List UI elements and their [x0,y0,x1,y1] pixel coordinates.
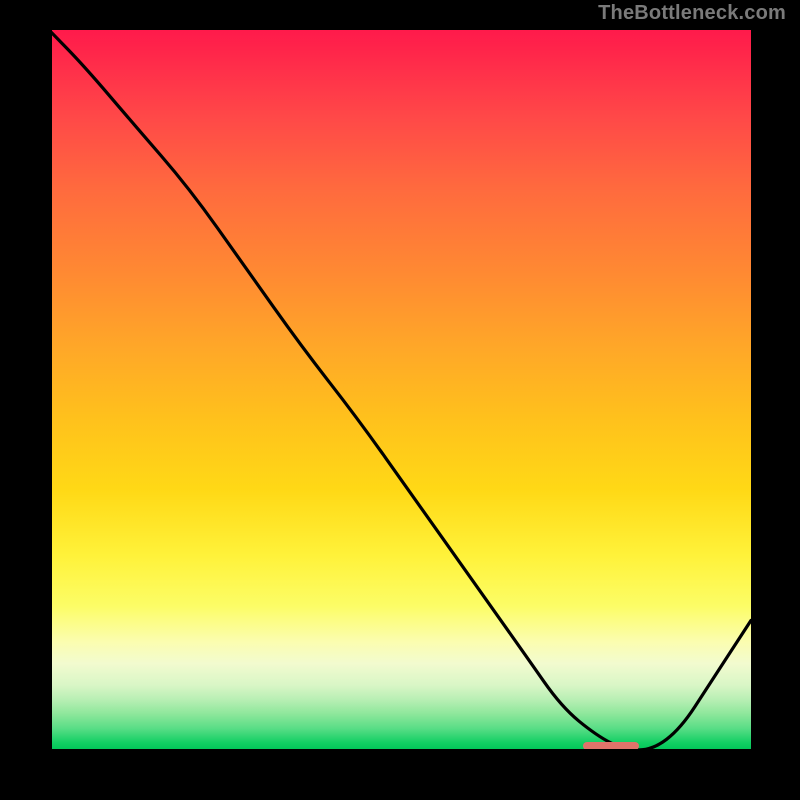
y-axis [49,30,52,750]
plot-area [49,30,751,750]
chart-frame: TheBottleneck.com [0,0,800,800]
bottleneck-curve [49,30,751,750]
attribution-text: TheBottleneck.com [598,2,786,25]
x-axis [49,749,751,752]
